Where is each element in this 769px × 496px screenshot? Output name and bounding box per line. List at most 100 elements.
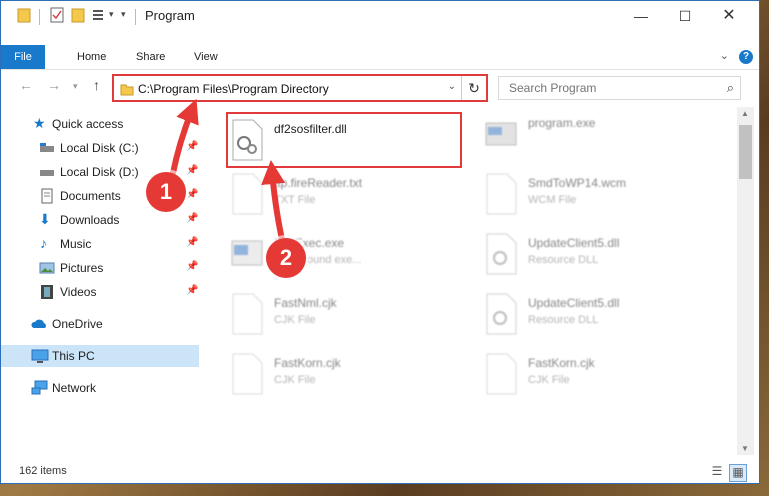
scrollbar-thumb[interactable] — [739, 125, 752, 179]
item-count: 162 items — [19, 465, 67, 477]
recent-locations-icon[interactable]: ▾ — [73, 81, 78, 92]
pin-icon[interactable]: 📌 — [186, 213, 198, 224]
address-path[interactable]: C:\Program Files\Program Directory — [138, 82, 329, 96]
drive-icon — [39, 140, 55, 156]
details-view-icon[interactable]: ☰ — [709, 464, 725, 480]
sidebar-item-label: Music — [60, 237, 92, 251]
file-icon — [230, 353, 264, 395]
sidebar-item-label: Network — [52, 381, 97, 395]
sidebar-item-pictures[interactable]: Pictures 📌 — [1, 257, 199, 279]
sidebar-item-quick-access[interactable]: ★ Quick access — [1, 113, 199, 135]
tab-view[interactable]: View — [186, 45, 226, 69]
sidebar-item-network[interactable]: Network — [1, 377, 199, 399]
file-item[interactable]: UpdateClient5.dll Resource DLL — [484, 227, 724, 283]
properties-icon[interactable] — [49, 7, 65, 26]
file-item[interactable]: program.exe — [484, 107, 724, 163]
file-item[interactable]: ttp.fireReader.txt TXT File — [230, 167, 470, 223]
explorer-window: ▾ ▾ Program — ☐ ✕ File Home Share View ⌄… — [0, 0, 760, 484]
folder-icon — [17, 7, 31, 26]
pin-icon[interactable]: 📌 — [186, 141, 198, 152]
large-icons-view-icon[interactable]: ▦ — [729, 464, 747, 482]
tab-share[interactable]: Share — [128, 45, 173, 69]
file-name: FastKorn.cjk — [528, 356, 595, 370]
expand-ribbon-icon[interactable]: ⌄ — [720, 49, 729, 62]
pin-icon[interactable]: 📌 — [186, 285, 198, 296]
dll-file-icon — [484, 293, 518, 335]
back-arrow-icon[interactable]: ← — [19, 77, 33, 93]
tab-home[interactable]: Home — [69, 45, 114, 69]
status-bar: 162 items ☰ ▦ — [1, 461, 759, 483]
file-name: UpdateClient5.dll — [528, 296, 620, 310]
ribbon: File Home Share View ⌄ ? — [1, 45, 759, 70]
cloud-icon — [31, 316, 47, 332]
file-icon — [484, 353, 518, 395]
vertical-scrollbar[interactable]: ▲ ▼ — [737, 107, 754, 455]
close-button[interactable]: ✕ — [707, 1, 751, 31]
download-arrow-icon: ⬇ — [39, 211, 51, 227]
file-name: SmdToWP14.wcm — [528, 176, 627, 190]
drive-icon — [39, 164, 55, 180]
address-dropdown-icon[interactable]: ⌄ — [448, 81, 456, 92]
sidebar-item-music[interactable]: ♪ Music 📌 — [1, 233, 199, 255]
up-arrow-icon[interactable]: ↑ — [93, 77, 100, 93]
chevron-down-icon[interactable]: ▾ — [109, 9, 114, 20]
file-name: UpdateClient5.dll — [528, 236, 620, 250]
sidebar-item-this-pc[interactable]: This PC — [1, 345, 199, 367]
sidebar-item-label: OneDrive — [52, 317, 103, 331]
file-item[interactable]: UpdateClient5.dll Resource DLL — [484, 287, 724, 343]
pin-icon[interactable]: 📌 — [186, 189, 198, 200]
sidebar-item-local-disk-c[interactable]: Local Disk (C:) 📌 — [1, 137, 199, 159]
file-icon — [484, 173, 518, 215]
pin-icon[interactable]: 📌 — [186, 261, 198, 272]
sidebar-item-downloads[interactable]: ⬇ Downloads 📌 — [1, 209, 199, 231]
sidebar-item-label: Pictures — [60, 261, 104, 275]
file-item[interactable]: FastNml.cjk CJK File — [230, 287, 470, 343]
forward-arrow-icon[interactable]: → — [47, 77, 61, 93]
file-type: CJK File — [274, 374, 316, 386]
file-type: Resource DLL — [528, 314, 599, 326]
file-item[interactable]: FastKorn.cjk CJK File — [230, 347, 470, 403]
sidebar-item-label: Downloads — [60, 213, 120, 227]
dll-file-icon — [484, 233, 518, 275]
separator — [39, 9, 40, 25]
sidebar-item-label: Documents — [60, 189, 121, 203]
sidebar-item-label: Local Disk (C:) — [60, 141, 139, 155]
new-folder-icon[interactable] — [71, 7, 85, 26]
file-name: ttp.fireReader.txt — [274, 176, 363, 190]
search-box[interactable]: ⌕ — [498, 76, 741, 100]
refresh-icon[interactable]: ↻ — [461, 76, 486, 100]
sidebar-item-onedrive[interactable]: OneDrive — [1, 313, 199, 335]
customize-icon[interactable] — [91, 7, 107, 26]
music-note-icon: ♪ — [40, 235, 47, 251]
search-input[interactable] — [507, 80, 711, 96]
address-bar[interactable]: C:\Program Files\Program Directory ⌄ ↻ — [112, 74, 488, 102]
navigation-pane: ★ Quick access Local Disk (C:) 📌 Local D… — [1, 109, 201, 454]
dropdown-arrow-icon[interactable]: ▾ — [121, 9, 126, 20]
maximize-button[interactable]: ☐ — [663, 1, 707, 31]
pin-icon[interactable]: 📌 — [186, 237, 198, 248]
minimize-button[interactable]: — — [619, 1, 663, 31]
help-icon[interactable]: ? — [739, 50, 753, 64]
sidebar-item-label: This PC — [52, 349, 95, 363]
file-type: WCM File — [528, 194, 577, 206]
text-file-icon — [230, 173, 264, 215]
pin-icon[interactable]: 📌 — [186, 165, 198, 176]
documents-icon — [39, 188, 55, 204]
file-type: CJK File — [528, 374, 570, 386]
tab-file[interactable]: File — [1, 45, 45, 69]
scroll-up-icon[interactable]: ▲ — [741, 109, 749, 118]
window-title: Program — [145, 8, 195, 23]
scroll-down-icon[interactable]: ▼ — [741, 444, 749, 453]
sidebar-item-label: Local Disk (D:) — [60, 165, 139, 179]
file-item[interactable]: FastKorn.cjk CJK File — [484, 347, 724, 403]
file-name: FastNml.cjk — [274, 296, 337, 310]
file-name: program.exe — [528, 116, 596, 130]
computer-icon — [31, 348, 49, 364]
sidebar-item-videos[interactable]: Videos 📌 — [1, 281, 199, 303]
separator — [135, 9, 136, 25]
file-name: FastKorn.cjk — [274, 356, 341, 370]
sidebar-item-label: Quick access — [52, 117, 124, 131]
film-strip-icon — [39, 284, 55, 300]
file-item[interactable]: SmdToWP14.wcm WCM File — [484, 167, 724, 223]
pictures-icon — [39, 260, 55, 276]
